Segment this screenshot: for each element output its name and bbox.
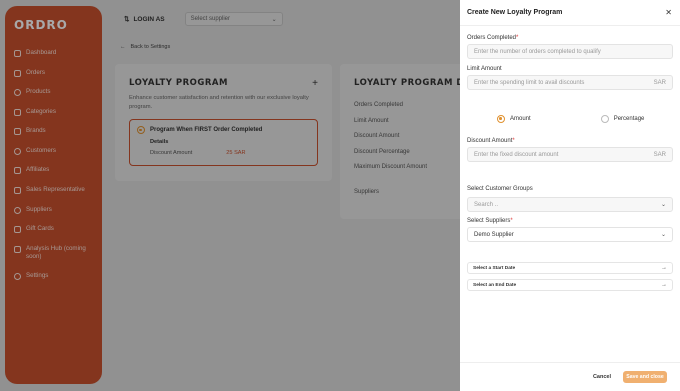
start-date-picker[interactable]: Select a Start Date →: [467, 262, 673, 274]
limit-amount-label: Limit Amount: [467, 66, 502, 72]
currency-suffix: SAR: [653, 79, 666, 86]
radio-amount-label: Amount: [510, 116, 531, 122]
chevron-down-icon: ⌄: [660, 232, 666, 238]
chevron-down-icon: ⌄: [660, 202, 666, 208]
cancel-button[interactable]: Cancel: [589, 371, 615, 383]
orders-completed-label: Orders Completed*: [467, 35, 519, 41]
save-and-close-button[interactable]: Save and close: [623, 371, 667, 383]
end-date-picker[interactable]: Select an End Date →: [467, 279, 673, 291]
suppliers-value: Demo Supplier: [474, 231, 514, 238]
orders-completed-input[interactable]: Enter the number of orders completed to …: [467, 44, 673, 59]
create-loyalty-drawer: Create New Loyalty Program ✕ Orders Comp…: [460, 0, 680, 391]
orders-completed-placeholder: Enter the number of orders completed to …: [474, 48, 601, 55]
radio-selected-icon: [497, 115, 505, 123]
end-date-label: Select an End Date: [473, 282, 517, 288]
suppliers-select[interactable]: Demo Supplier ⌄: [467, 227, 673, 242]
drawer-title: Create New Loyalty Program: [467, 9, 563, 16]
discount-amount-input[interactable]: Enter the fixed discount amount SAR: [467, 147, 673, 162]
discount-amount-label: Discount Amount*: [467, 138, 515, 144]
arrow-right-icon: →: [661, 282, 667, 288]
currency-suffix: SAR: [653, 151, 666, 158]
customer-groups-label: Select Customer Groups: [467, 186, 533, 192]
arrow-right-icon: →: [661, 265, 667, 271]
radio-amount[interactable]: Amount: [497, 115, 531, 123]
close-icon[interactable]: ✕: [665, 8, 672, 17]
radio-percentage-label: Percentage: [613, 116, 645, 122]
customer-groups-placeholder: Search ..: [474, 201, 499, 208]
start-date-label: Select a Start Date: [473, 265, 516, 271]
customer-groups-select[interactable]: Search .. ⌄: [467, 197, 673, 212]
limit-amount-placeholder: Enter the spending limit to avail discou…: [474, 79, 585, 86]
discount-amount-placeholder: Enter the fixed discount amount: [474, 151, 559, 158]
radio-unselected-icon: [600, 115, 609, 123]
suppliers-label: Select Suppliers*: [467, 218, 513, 224]
radio-percentage[interactable]: Percentage: [600, 115, 645, 123]
limit-amount-input[interactable]: Enter the spending limit to avail discou…: [467, 75, 673, 90]
